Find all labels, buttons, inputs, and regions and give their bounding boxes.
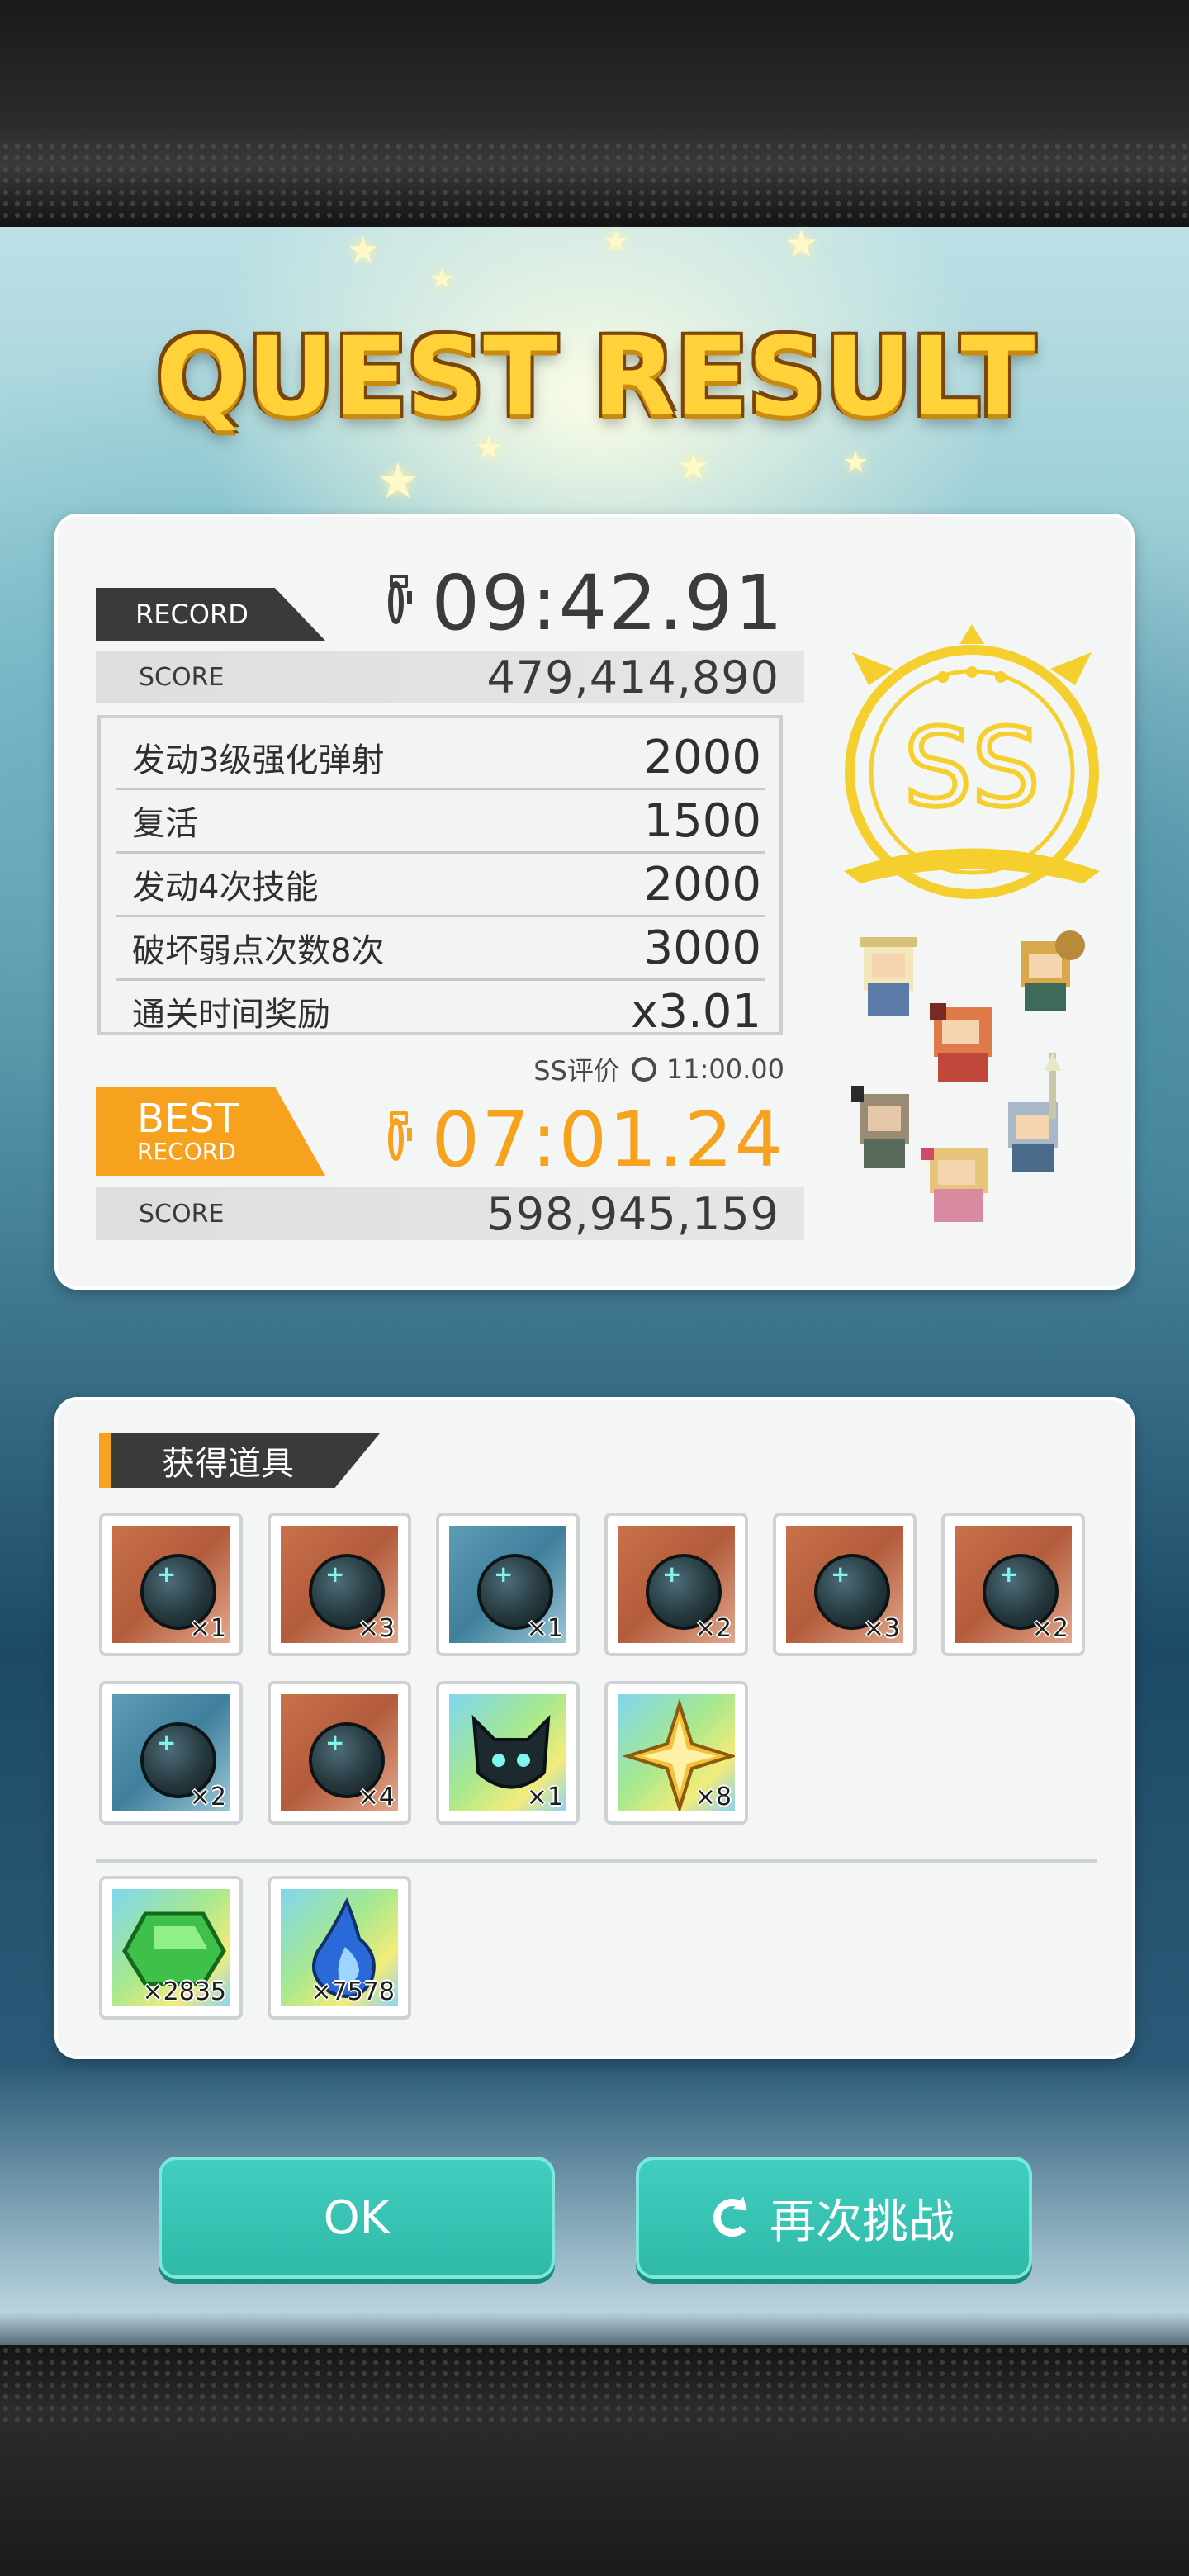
reward-item[interactable]: ×2 <box>99 1681 243 1825</box>
reward-item-frame: ×8 <box>618 1694 735 1811</box>
bonus-value: 1500 <box>643 793 761 848</box>
bottom-decor-band <box>0 2345 1189 2576</box>
bonus-name: 复活 <box>132 805 198 843</box>
record-time-value: 09:42.91 <box>431 558 784 647</box>
item-quantity: ×1 <box>526 1783 563 1811</box>
reward-item[interactable]: ×3 <box>268 1513 411 1656</box>
best-time-value: 07:01.24 <box>431 1095 784 1184</box>
best-time: 07:01.24 <box>388 1090 784 1189</box>
stopwatch-icon <box>388 1111 412 1161</box>
reward-item[interactable]: ×1 <box>99 1513 243 1656</box>
reward-item[interactable]: ×8 <box>604 1681 748 1825</box>
bonus-row: 通关时间奖励 x3.01 <box>116 981 765 1042</box>
quest-result-title: QUEST RESULT <box>155 314 1035 441</box>
character-sprite <box>921 1148 988 1222</box>
ok-button-label: OK <box>323 2190 391 2245</box>
reward-item-frame: ×3 <box>281 1526 398 1643</box>
sparkle-star-icon: ★ <box>603 225 630 258</box>
item-quantity: ×1 <box>189 1614 226 1643</box>
ss-requirement: SS评价 11:00.00 <box>479 1049 784 1090</box>
character-sprite <box>1008 1053 1061 1172</box>
bonus-value: 2000 <box>643 857 761 912</box>
item-quantity: ×8 <box>694 1783 732 1811</box>
sparkle-star-icon: ★ <box>376 452 420 510</box>
currency-quantity: ×2835 <box>142 1977 226 2006</box>
sparkle-star-icon: ★ <box>347 230 380 272</box>
character-sprite <box>851 1086 909 1168</box>
reward-item-frame: ×3 <box>786 1526 903 1643</box>
reward-item[interactable]: ×2 <box>941 1513 1085 1656</box>
record-tag-label: RECORD <box>135 599 249 630</box>
reward-item[interactable]: ×4 <box>268 1681 411 1825</box>
retry-icon <box>713 2199 751 2237</box>
retry-button[interactable]: 再次挑战 <box>636 2157 1032 2279</box>
bonus-row: 复活 1500 <box>116 790 765 854</box>
item-quantity: ×2 <box>1031 1614 1068 1643</box>
reward-item-frame: ×4 <box>281 1694 398 1811</box>
bonus-value: x3.01 <box>631 984 761 1039</box>
best-tag-line2: RECORD <box>137 1138 236 1165</box>
character-sprite <box>1021 930 1085 1011</box>
item-quantity: ×2 <box>189 1783 226 1811</box>
ss-requirement-time-wrap: 11:00.00 <box>631 1054 784 1085</box>
sparkle-star-icon: ★ <box>784 221 819 266</box>
reward-item-frame: ×7578 <box>281 1889 398 2006</box>
sparkle-star-icon: ★ <box>842 446 869 480</box>
item-quantity: ×3 <box>863 1614 900 1643</box>
top-decor-band <box>0 0 1189 227</box>
bonus-name: 发动3级强化弹射 <box>132 741 385 779</box>
record-score-value: 479,414,890 <box>486 651 779 703</box>
reward-item-frame: ×2 <box>618 1526 735 1643</box>
ss-rank-emblem: SS <box>844 624 1100 899</box>
items-divider <box>96 1859 1097 1863</box>
record-time: 09:42.91 <box>388 553 784 652</box>
bonus-name: 通关时间奖励 <box>132 996 330 1034</box>
currency-item[interactable]: ×7578 <box>268 1876 411 2020</box>
record-score-bar: SCORE 479,414,890 <box>96 651 804 703</box>
bonus-row: 发动3级强化弹射 2000 <box>116 727 765 790</box>
bonus-name: 发动4次技能 <box>132 869 319 907</box>
sparkle-star-icon: ★ <box>677 446 710 488</box>
score-label: SCORE <box>139 662 225 692</box>
stopwatch-icon <box>631 1057 656 1082</box>
bonus-row: 破坏弱点次数8次 3000 <box>116 917 765 981</box>
item-quantity: ×2 <box>694 1614 732 1643</box>
items-section-title: 获得道具 <box>162 1445 294 1483</box>
score-label: SCORE <box>139 1199 225 1229</box>
character-sprite <box>860 937 917 1016</box>
ss-requirement-label: SS评价 <box>533 1055 620 1087</box>
bonus-row: 发动4次技能 2000 <box>116 854 765 917</box>
reward-item[interactable]: ×2 <box>604 1513 748 1656</box>
bonus-name: 破坏弱点次数8次 <box>132 932 385 970</box>
reward-item-frame: ×1 <box>449 1526 566 1643</box>
currency-item[interactable]: ×2835 <box>99 1876 243 2020</box>
item-quantity: ×1 <box>526 1614 563 1643</box>
retry-button-label: 再次挑战 <box>770 2195 955 2249</box>
items-section-tag: 获得道具 <box>99 1433 380 1488</box>
best-score-bar: SCORE 598,945,159 <box>96 1187 804 1240</box>
item-quantity: ×3 <box>358 1614 395 1643</box>
bonus-value: 3000 <box>643 921 761 975</box>
ss-rank-label: SS <box>903 705 1040 831</box>
currency-quantity: ×7578 <box>310 1977 395 2006</box>
reward-item[interactable]: ×3 <box>773 1513 917 1656</box>
sparkle-star-icon: ★ <box>429 263 455 296</box>
reward-item-frame: ×2 <box>112 1694 230 1811</box>
reward-item-frame: ×2 <box>955 1526 1072 1643</box>
party-characters <box>851 930 1085 1222</box>
reward-item[interactable]: ×1 <box>436 1513 580 1656</box>
reward-item-frame: ×1 <box>449 1694 566 1811</box>
best-score-value: 598,945,159 <box>486 1187 779 1240</box>
ss-requirement-time: 11:00.00 <box>666 1054 784 1085</box>
ok-button[interactable]: OK <box>159 2157 555 2279</box>
bonus-table: 发动3级强化弹射 2000 复活 1500 发动4次技能 2000 破坏弱点次数… <box>97 715 783 1039</box>
best-tag-line1: BEST <box>137 1096 239 1142</box>
stopwatch-icon <box>388 575 412 624</box>
bonus-value: 2000 <box>643 730 761 784</box>
character-sprite <box>930 1003 992 1082</box>
reward-item[interactable]: ×1 <box>436 1681 580 1825</box>
item-quantity: ×4 <box>358 1783 395 1811</box>
reward-item-frame: ×2835 <box>112 1889 230 2006</box>
reward-item-frame: ×1 <box>112 1526 230 1643</box>
